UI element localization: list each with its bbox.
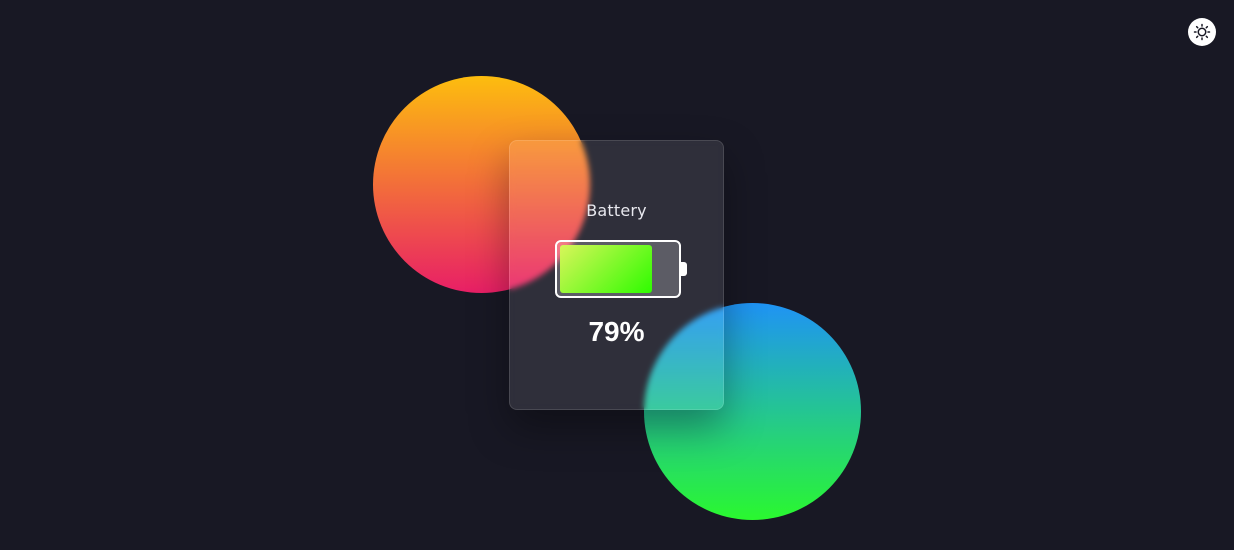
battery-level-fill	[560, 245, 652, 293]
page: Battery 79%	[0, 0, 1234, 550]
battery-icon	[555, 240, 681, 298]
battery-title: Battery	[586, 201, 647, 220]
battery-card: Battery 79%	[509, 140, 724, 410]
battery-percentage: 79%	[588, 316, 645, 347]
theme-toggle-button[interactable]	[1188, 18, 1216, 46]
battery-terminal	[681, 262, 687, 276]
sun-icon	[1193, 23, 1211, 41]
